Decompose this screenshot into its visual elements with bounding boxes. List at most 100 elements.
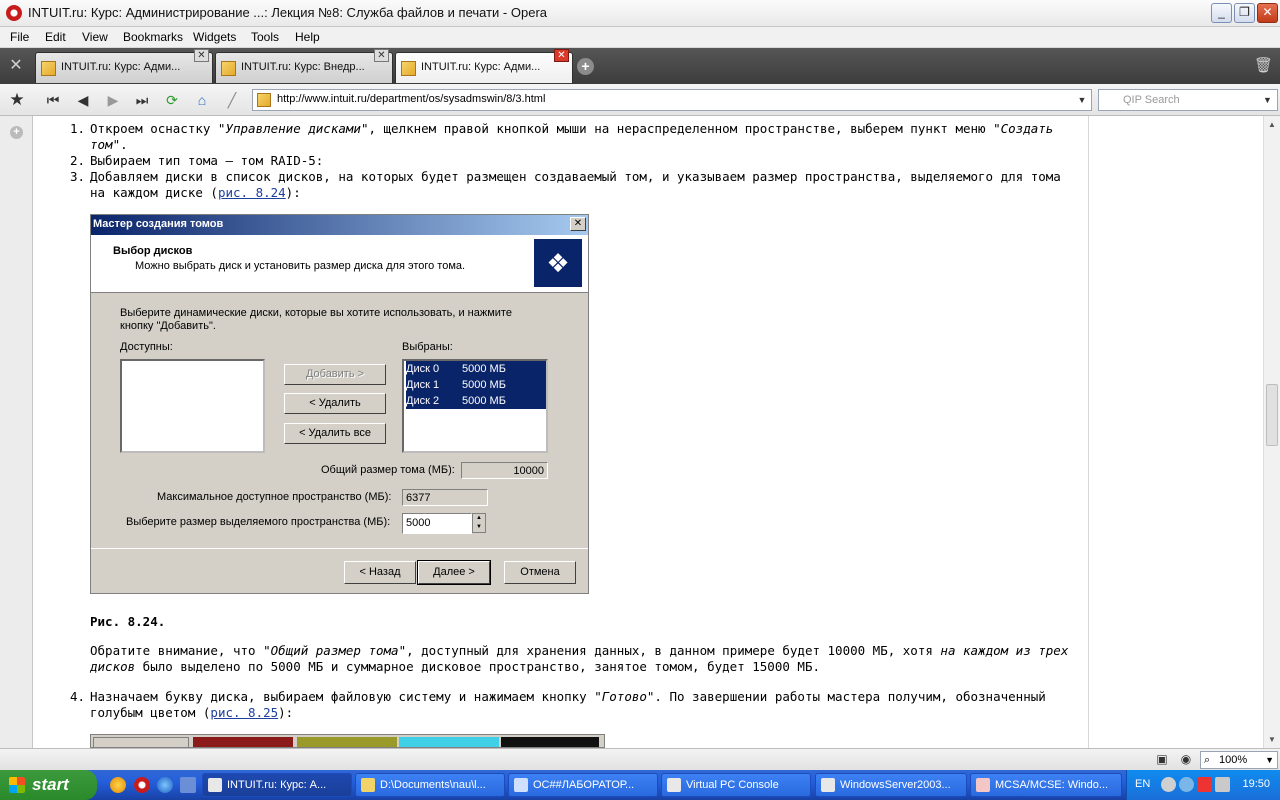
vertical-scrollbar[interactable]: ▲ ▼ xyxy=(1263,116,1280,748)
scroll-up-icon[interactable]: ▲ xyxy=(1266,120,1278,129)
forward-icon[interactable]: ▶ xyxy=(102,90,124,110)
reload-icon[interactable]: ⟳ xyxy=(161,90,183,110)
window-title: INTUIT.ru: Курс: Администрирование ...: … xyxy=(28,5,548,20)
chevron-down-icon: ▼ xyxy=(1265,755,1274,765)
tools-icon[interactable]: ✕ xyxy=(5,56,27,76)
title-bar: INTUIT.ru: Курс: Администрирование ...: … xyxy=(0,0,1280,27)
menu-bar: File Edit View Bookmarks Widgets Tools H… xyxy=(0,27,1280,48)
page-icon xyxy=(221,61,236,76)
tray-icon[interactable] xyxy=(1215,777,1230,792)
tab-3-active[interactable]: INTUIT.ru: Курс: Адми... ✕ xyxy=(395,49,573,83)
tab-bar: ✕ INTUIT.ru: Курс: Адми... ✕ INTUIT.ru: … xyxy=(0,48,1280,84)
fast-forward-icon[interactable]: ⏭ xyxy=(131,90,153,110)
rewind-icon[interactable]: ⏮ xyxy=(42,90,64,110)
tray-icon[interactable] xyxy=(1161,777,1176,792)
chevron-down-icon[interactable]: ▼ xyxy=(1075,92,1089,108)
address-bar[interactable]: http://www.intuit.ru/department/os/sysad… xyxy=(252,89,1092,111)
desktop-icon[interactable] xyxy=(180,777,196,793)
menu-view[interactable]: View xyxy=(82,30,108,44)
add-button: Добавить > xyxy=(284,364,386,385)
page-icon xyxy=(41,61,56,76)
start-button[interactable]: start xyxy=(0,770,97,800)
search-placeholder: QIP Search xyxy=(1123,94,1180,106)
menu-edit[interactable]: Edit xyxy=(45,30,66,44)
page-icon xyxy=(257,93,271,107)
zoom-control[interactable]: ⌕ 100% ▼ xyxy=(1200,751,1278,769)
scroll-thumb[interactable] xyxy=(1266,384,1278,446)
max-space-field: 6377 xyxy=(402,489,488,506)
selected-list: Диск 0 5000 МБ Диск 1 5000 МБ Диск 2 5000 М… xyxy=(402,359,548,453)
taskbar-item[interactable]: MCSA/MCSE: Windo... xyxy=(970,773,1122,797)
navigation-bar: ★ ⏮ ◀ ▶ ⏭ ⟳ ⌂ ╱ http://www.intuit.ru/dep… xyxy=(0,84,1280,116)
search-input[interactable]: QIP Search ▼ xyxy=(1098,89,1278,111)
star-icon[interactable]: ★ xyxy=(6,90,28,110)
back-icon[interactable]: ◀ xyxy=(72,90,94,110)
camera-icon[interactable]: ◉ xyxy=(1178,752,1194,768)
taskbar: start INTUIT.ru: Курс: А... D:\Documents… xyxy=(0,770,1280,800)
total-size-field: 10000 xyxy=(461,462,548,479)
figure-link[interactable]: рис. 8.24 xyxy=(218,185,286,200)
system-tray: EN 19:50 xyxy=(1126,770,1280,800)
wizard-dialog-image: Мастер создания томов ✕ Выбор дисков Мож… xyxy=(90,214,589,594)
tab-close-icon[interactable]: ✕ xyxy=(554,49,569,62)
next-button: Далее > xyxy=(417,560,491,585)
list-item: Диск 1 5000 МБ xyxy=(406,377,546,393)
add-panel-icon[interactable]: + xyxy=(10,126,23,139)
cancel-button: Отмена xyxy=(504,561,576,584)
quicklaunch-icon[interactable] xyxy=(110,777,126,793)
maximize-button[interactable]: ❐ xyxy=(1234,3,1255,23)
list-item: Диск 2 5000 МБ xyxy=(406,393,546,409)
close-icon: ✕ xyxy=(570,217,586,231)
taskbar-item[interactable]: ОС##ЛАБОРАТОР... xyxy=(508,773,658,797)
page-content: 1. Откроем оснастку "Управление дисками"… xyxy=(34,116,1263,748)
available-list xyxy=(120,359,265,453)
status-bar: ▣ ◉ ⌕ 100% ▼ xyxy=(0,748,1280,770)
clock: 19:50 xyxy=(1242,778,1270,790)
wand-icon[interactable]: ╱ xyxy=(221,90,243,110)
language-indicator[interactable]: EN xyxy=(1135,778,1150,790)
tab-2[interactable]: INTUIT.ru: Курс: Внедр... ✕ xyxy=(215,49,393,83)
new-tab-icon[interactable]: + xyxy=(577,58,594,75)
taskbar-item[interactable]: D:\Documents\nau\l... xyxy=(355,773,505,797)
trash-icon[interactable]: 🗑 xyxy=(1254,56,1273,76)
tray-icon[interactable] xyxy=(1197,777,1212,792)
remove-button: < Удалить xyxy=(284,393,386,414)
taskbar-item[interactable]: Virtual PC Console xyxy=(661,773,811,797)
tray-icon[interactable] xyxy=(1179,777,1194,792)
tab-label: INTUIT.ru: Курс: Адми... xyxy=(61,61,181,73)
figure-image-partial xyxy=(90,734,605,748)
opera-icon[interactable] xyxy=(134,777,150,793)
side-panel: + xyxy=(0,116,33,748)
magnifier-icon: ⌕ xyxy=(1204,754,1211,766)
tab-close-icon[interactable]: ✕ xyxy=(374,49,389,62)
menu-file[interactable]: File xyxy=(10,30,29,44)
url-text: http://www.intuit.ru/department/os/sysad… xyxy=(277,93,546,105)
panel-icon[interactable]: ▣ xyxy=(1154,752,1170,768)
ie-icon[interactable] xyxy=(157,777,173,793)
windows-logo-icon xyxy=(9,777,25,793)
dialog-header: Выбор дисков Можно выбрать диск и устано… xyxy=(91,235,588,293)
divider xyxy=(91,548,588,549)
menu-help[interactable]: Help xyxy=(295,30,320,44)
opera-icon xyxy=(6,5,22,21)
tab-label: INTUIT.ru: Курс: Адми... xyxy=(421,61,541,73)
taskbar-item[interactable]: WindowsServer2003... xyxy=(815,773,967,797)
tab-label: INTUIT.ru: Курс: Внедр... xyxy=(241,61,365,73)
page-icon xyxy=(401,61,416,76)
back-button: < Назад xyxy=(344,561,416,584)
home-icon[interactable]: ⌂ xyxy=(191,90,213,110)
menu-widgets[interactable]: Widgets xyxy=(193,30,236,44)
column-divider xyxy=(1088,116,1089,748)
menu-bookmarks[interactable]: Bookmarks xyxy=(123,30,183,44)
minimize-button[interactable]: _ xyxy=(1211,3,1232,23)
close-button[interactable]: ✕ xyxy=(1257,3,1278,23)
tab-close-icon[interactable]: ✕ xyxy=(194,49,209,62)
chevron-down-icon[interactable]: ▼ xyxy=(1263,92,1275,108)
tab-1[interactable]: INTUIT.ru: Курс: Адми... ✕ xyxy=(35,49,213,83)
taskbar-item[interactable]: INTUIT.ru: Курс: А... xyxy=(202,773,352,797)
dialog-titlebar: Мастер создания томов ✕ xyxy=(91,215,588,235)
figure-link[interactable]: рис. 8.25 xyxy=(210,705,278,720)
menu-tools[interactable]: Tools xyxy=(251,30,279,44)
scroll-down-icon[interactable]: ▼ xyxy=(1266,735,1278,744)
remove-all-button: < Удалить все xyxy=(284,423,386,444)
